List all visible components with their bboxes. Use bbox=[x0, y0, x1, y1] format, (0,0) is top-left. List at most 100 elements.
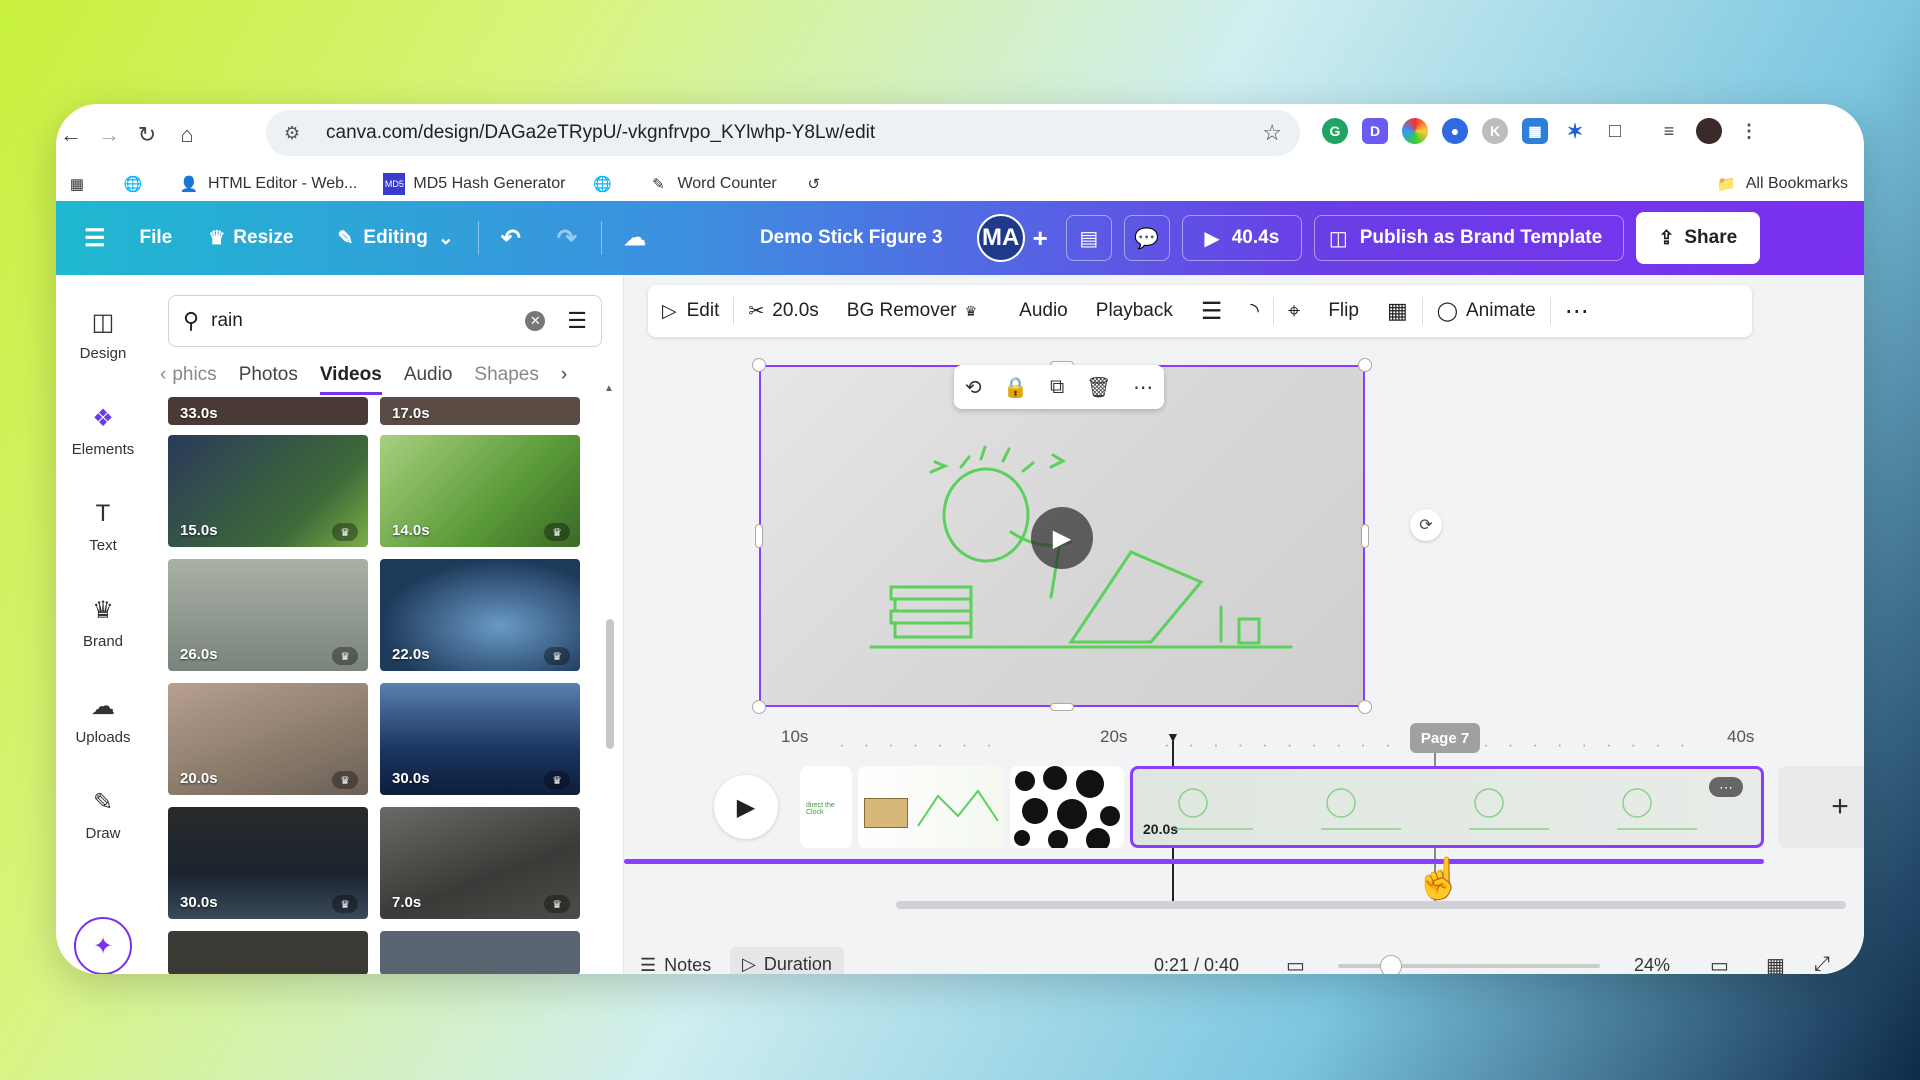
scroll-up-icon[interactable]: ▲ bbox=[604, 383, 614, 394]
edit-button[interactable]: ▷ Edit bbox=[648, 300, 733, 323]
puzzle-extension-icon[interactable]: ✶ bbox=[1562, 118, 1588, 144]
site-settings-icon[interactable]: ⚙ bbox=[284, 123, 306, 144]
clip-options-icon[interactable]: ⋯ bbox=[1709, 777, 1743, 797]
playback-button[interactable]: Playback bbox=[1082, 300, 1187, 322]
bg-remover-button[interactable]: BG Remover ♛ bbox=[833, 300, 991, 322]
duration-button[interactable]: ▷ Duration bbox=[730, 947, 844, 974]
undo-icon[interactable]: ↶ bbox=[501, 224, 521, 253]
transparency-icon[interactable]: ▦ bbox=[1373, 298, 1422, 324]
rail-uploads[interactable]: ☁ Uploads bbox=[56, 689, 150, 747]
k-extension-icon[interactable]: K bbox=[1482, 118, 1508, 144]
resize-handle[interactable] bbox=[1358, 358, 1372, 372]
selected-timeline-clip[interactable]: 20.0s ⋯ bbox=[1130, 766, 1764, 848]
play-video-icon[interactable]: ▶ bbox=[1031, 507, 1093, 569]
forward-icon[interactable]: → bbox=[94, 120, 124, 150]
cloud-saved-icon[interactable]: ☁ bbox=[624, 225, 646, 251]
lock-icon[interactable]: 🔒 bbox=[1003, 375, 1028, 400]
insights-icon[interactable]: ▤ bbox=[1065, 215, 1112, 261]
video-thumb[interactable]: 26.0s ♛ bbox=[168, 559, 368, 671]
animate-button[interactable]: ◯ Animate bbox=[1423, 300, 1550, 323]
duplicate-icon[interactable]: ⧉ bbox=[1050, 376, 1064, 399]
video-thumb[interactable]: 33.0s bbox=[168, 397, 368, 425]
rotate-comment-icon[interactable]: ⟲ bbox=[965, 375, 982, 400]
back-icon[interactable]: ← bbox=[56, 120, 86, 150]
resize-handle[interactable] bbox=[1358, 700, 1372, 714]
map-extension-icon[interactable]: ▦ bbox=[1522, 118, 1548, 144]
user-avatar[interactable]: MA bbox=[976, 214, 1025, 262]
bookmark-star-icon[interactable]: ☆ bbox=[1262, 120, 1282, 146]
fullscreen-icon[interactable]: ⤢ bbox=[1814, 953, 1830, 974]
timeline-clip[interactable]: direct the Clock bbox=[800, 766, 852, 848]
zoom-slider-thumb[interactable] bbox=[1380, 955, 1402, 974]
video-thumb[interactable]: 22.0s ♛ bbox=[380, 559, 580, 671]
video-thumb[interactable]: 14.0s ♛ bbox=[380, 435, 580, 547]
video-thumb[interactable] bbox=[168, 931, 368, 974]
timeline-play-button[interactable]: ▶ bbox=[714, 775, 778, 839]
video-thumb[interactable]: 30.0s ♛ bbox=[168, 807, 368, 919]
apps-icon[interactable]: ▦ bbox=[66, 173, 96, 195]
rail-brand[interactable]: ♛ Brand bbox=[56, 593, 150, 651]
tab-photos[interactable]: Photos bbox=[239, 364, 298, 386]
audio-track-bar[interactable] bbox=[624, 859, 1764, 864]
redo-icon[interactable]: ↷ bbox=[557, 224, 577, 253]
bookmark-md5[interactable]: MD5 MD5 Hash Generator bbox=[383, 173, 565, 195]
search-extension-icon[interactable]: ● bbox=[1442, 118, 1468, 144]
design-title[interactable]: Demo Stick Figure 3 bbox=[760, 227, 943, 249]
timeline-scrollbar[interactable] bbox=[896, 901, 1846, 909]
globe-icon[interactable]: 🌐 bbox=[591, 173, 621, 195]
globe-icon[interactable]: 🌐 bbox=[122, 173, 152, 195]
d-extension-icon[interactable]: D bbox=[1362, 118, 1388, 144]
resize-handle[interactable] bbox=[755, 524, 763, 548]
share-button[interactable]: ⇪ Share bbox=[1635, 212, 1760, 264]
rail-text[interactable]: T Text bbox=[56, 497, 150, 554]
clear-search-icon[interactable]: ✕ bbox=[525, 311, 546, 331]
menu-icon[interactable]: ☰ bbox=[84, 224, 106, 253]
browser-menu-icon[interactable]: ⋮ bbox=[1736, 118, 1762, 144]
page-view-icon[interactable]: ▭ bbox=[1710, 953, 1729, 974]
video-thumb[interactable]: 30.0s ♛ bbox=[380, 683, 580, 795]
tab-graphics[interactable]: phics bbox=[172, 364, 216, 386]
video-thumb[interactable]: 20.0s ♛ bbox=[168, 683, 368, 795]
rail-elements[interactable]: ❖ Elements bbox=[56, 401, 150, 459]
grammarly-extension-icon[interactable]: G bbox=[1322, 118, 1348, 144]
timeline-clip[interactable] bbox=[1010, 766, 1124, 848]
add-page-button[interactable]: + bbox=[1778, 766, 1864, 848]
bookmark-html-editor[interactable]: 👤 HTML Editor - Web... bbox=[178, 173, 358, 195]
resize-handle[interactable] bbox=[1361, 524, 1369, 548]
home-icon[interactable]: ⌂ bbox=[172, 120, 202, 150]
more-options-icon[interactable]: ⋯ bbox=[1551, 297, 1603, 326]
resize-handle[interactable] bbox=[752, 358, 766, 372]
tab-videos[interactable]: Videos bbox=[319, 364, 382, 395]
zoom-slider[interactable] bbox=[1338, 964, 1600, 968]
notes-button[interactable]: ☰ Notes bbox=[640, 955, 711, 974]
tab-shapes[interactable]: Shapes bbox=[474, 364, 538, 386]
flip-button[interactable]: Flip bbox=[1314, 300, 1373, 322]
reload-icon[interactable]: ↻ bbox=[132, 120, 162, 150]
position-icon[interactable]: ☰ bbox=[1187, 297, 1237, 326]
tabs-scroll-left-icon[interactable]: ‹ bbox=[160, 364, 166, 386]
video-thumb[interactable]: 17.0s bbox=[380, 397, 580, 425]
panel-scrollbar[interactable]: ▲ bbox=[604, 383, 614, 963]
reading-list-icon[interactable]: ≡ bbox=[1656, 118, 1682, 144]
publish-template-button[interactable]: ◫ Publish as Brand Template bbox=[1313, 215, 1624, 261]
present-button[interactable]: ▶ 40.4s bbox=[1181, 215, 1302, 261]
add-collaborator-icon[interactable]: + bbox=[1033, 223, 1048, 254]
scroll-thumb[interactable] bbox=[606, 619, 614, 749]
grid-view-icon[interactable]: ▦ bbox=[1766, 953, 1785, 974]
timeline-clip[interactable] bbox=[858, 766, 1004, 848]
rail-design[interactable]: ◫ Design bbox=[56, 305, 150, 363]
video-thumb[interactable]: 15.0s ♛ bbox=[168, 435, 368, 547]
more-icon[interactable]: ⋯ bbox=[1133, 375, 1153, 400]
filter-icon[interactable]: ☰ bbox=[567, 308, 587, 334]
color-extension-icon[interactable] bbox=[1402, 118, 1428, 144]
screen-icon[interactable]: ▭ bbox=[1286, 953, 1305, 974]
resize-button[interactable]: ♛ Resize bbox=[208, 227, 293, 250]
editing-dropdown[interactable]: ✎ Editing ⌄ bbox=[338, 227, 454, 250]
audio-button[interactable]: Audio bbox=[1005, 300, 1082, 322]
video-thumb[interactable]: 7.0s ♛ bbox=[380, 807, 580, 919]
comment-icon[interactable]: 💬 bbox=[1123, 215, 1170, 261]
crop-icon[interactable]: ⌖ bbox=[1274, 298, 1314, 324]
resize-handle[interactable] bbox=[1050, 703, 1074, 711]
address-bar[interactable]: ⚙ canva.com/design/DAGa2eTRypU/-vkgnfrvp… bbox=[266, 110, 1300, 156]
trim-button[interactable]: ✂ 20.0s bbox=[734, 300, 832, 323]
